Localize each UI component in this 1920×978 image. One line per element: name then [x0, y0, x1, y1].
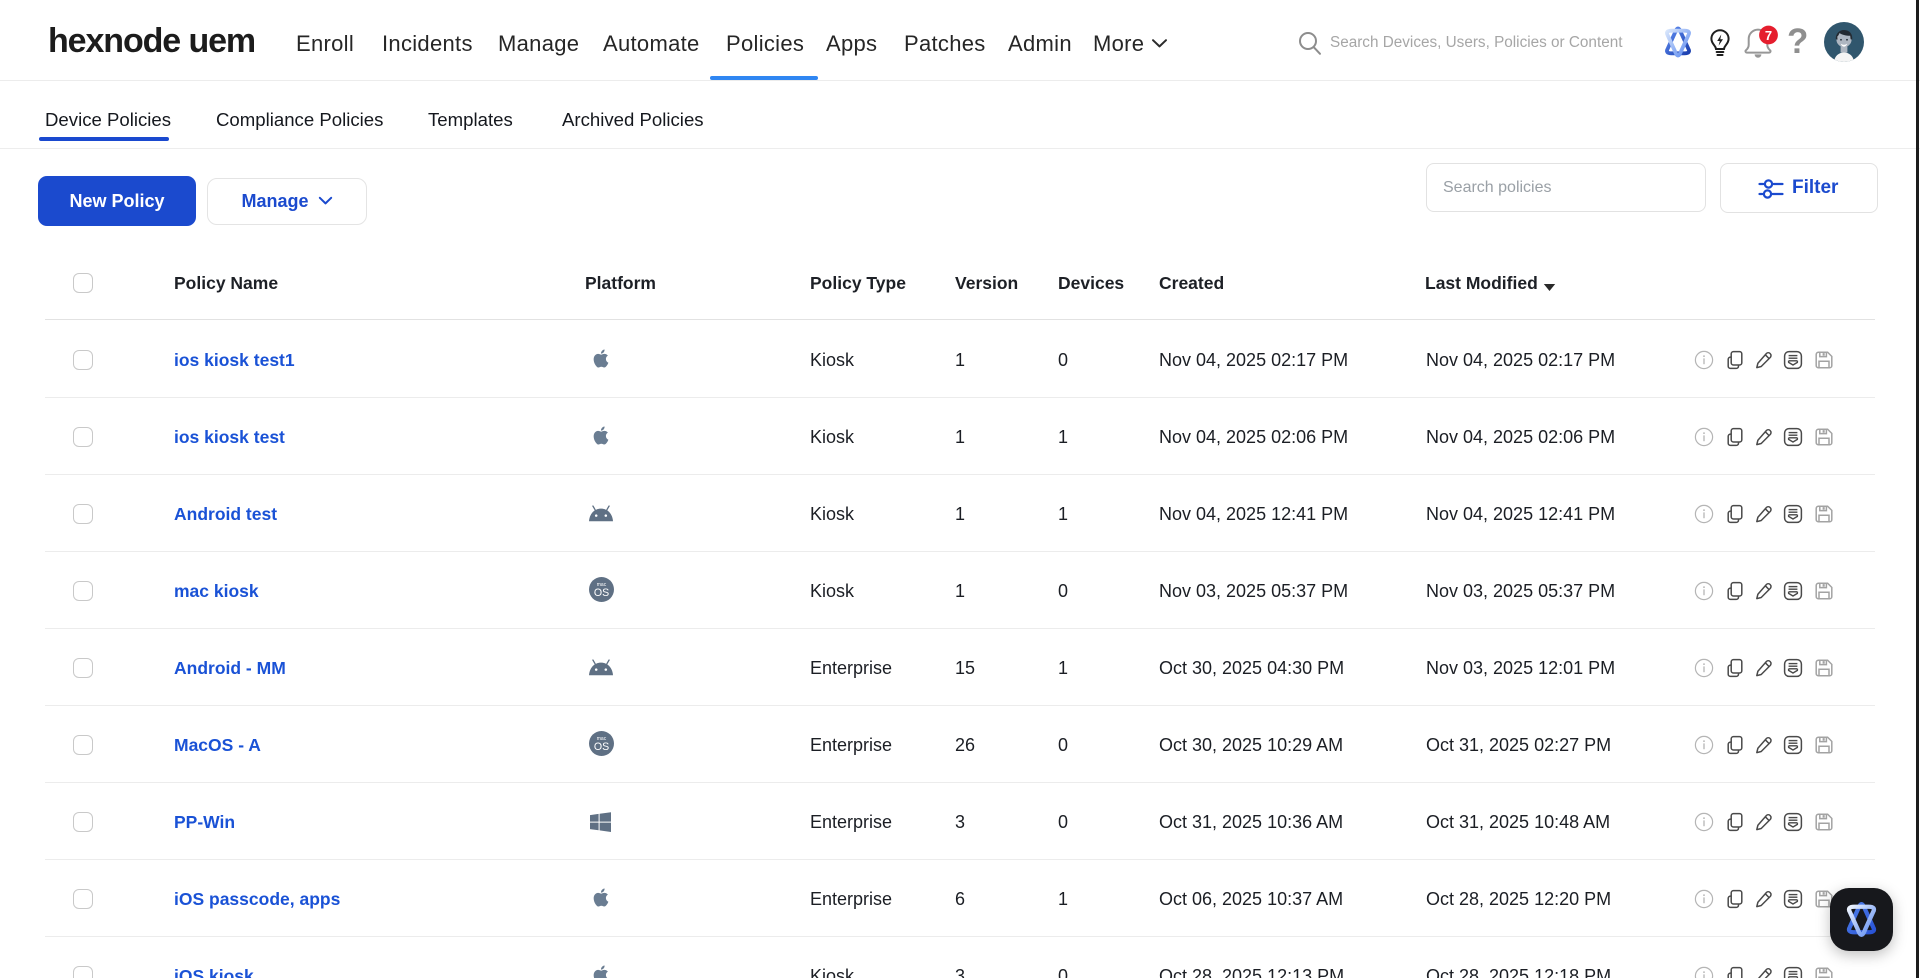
- svg-text:OS: OS: [594, 741, 609, 753]
- svg-text:OS: OS: [594, 587, 609, 599]
- svg-text:7: 7: [1765, 28, 1772, 43]
